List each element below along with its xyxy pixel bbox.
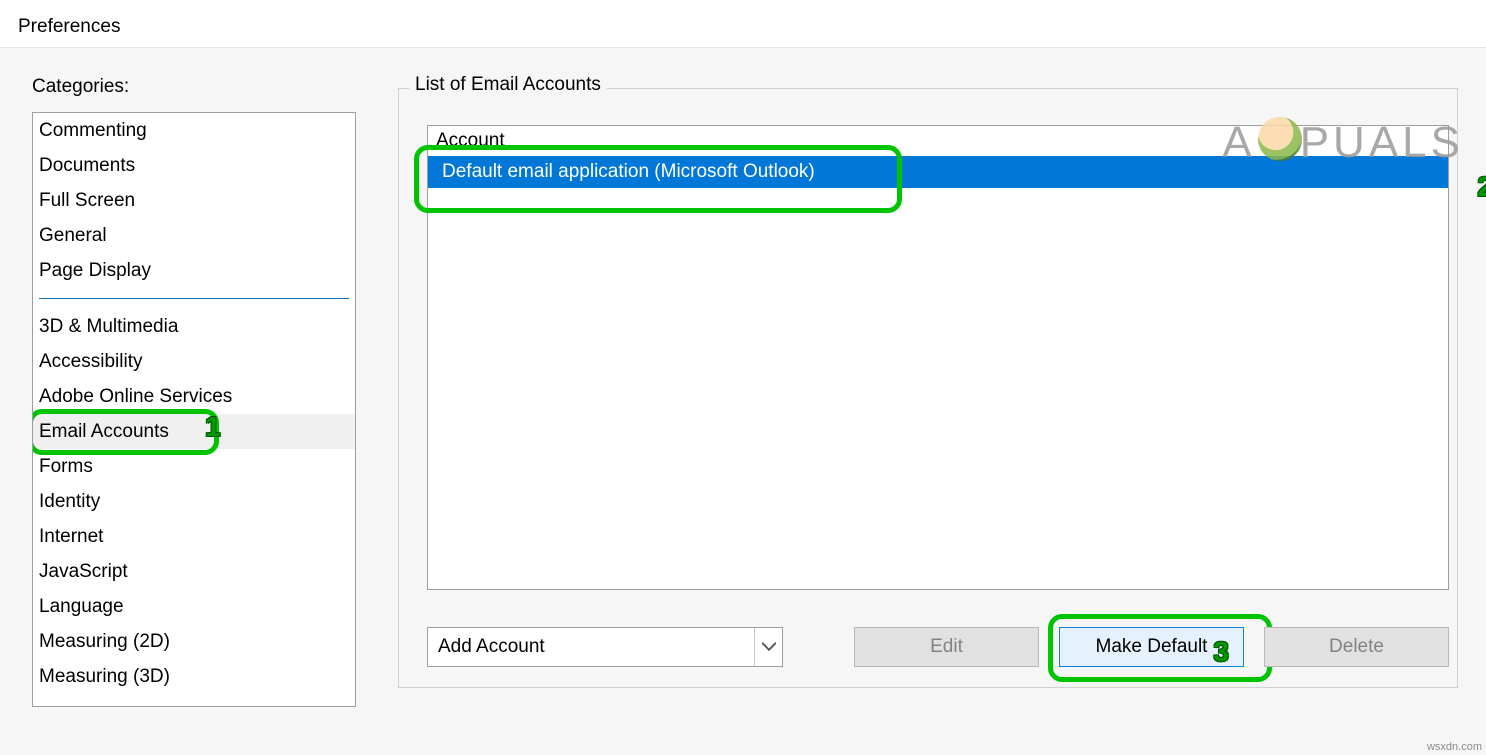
email-accounts-groupbox: List of Email Accounts Account Default e…: [398, 88, 1458, 688]
watermark-head-icon: [1258, 117, 1302, 161]
category-item-commenting[interactable]: Commenting: [33, 113, 355, 148]
add-account-label: Add Account: [438, 636, 545, 658]
account-row-label: Default email application (Microsoft Out…: [442, 161, 815, 182]
category-item-forms[interactable]: Forms: [33, 449, 355, 484]
categories-label: Categories:: [32, 76, 356, 98]
category-divider: [39, 298, 349, 299]
watermark-logo: A PUALS: [1222, 118, 1464, 168]
source-tag: wsxdn.com: [1427, 741, 1482, 753]
callout-number-1: 1: [205, 413, 221, 440]
category-item-javascript[interactable]: JavaScript: [33, 554, 355, 589]
category-item-internet[interactable]: Internet: [33, 519, 355, 554]
edit-button[interactable]: Edit: [854, 627, 1039, 667]
category-item-identity[interactable]: Identity: [33, 484, 355, 519]
account-list[interactable]: Account Default email application (Micro…: [427, 125, 1449, 590]
edit-button-label: Edit: [930, 636, 963, 658]
category-item-page-display[interactable]: Page Display: [33, 253, 355, 288]
preferences-content: Categories: Commenting Documents Full Sc…: [0, 48, 1486, 755]
category-item-label: Email Accounts: [39, 421, 169, 442]
categories-list[interactable]: Commenting Documents Full Screen General…: [32, 112, 356, 707]
category-item-general[interactable]: General: [33, 218, 355, 253]
groupbox-legend: List of Email Accounts: [409, 74, 607, 96]
callout-number-3: 3: [1213, 636, 1229, 668]
category-item-accessibility[interactable]: Accessibility: [33, 344, 355, 379]
chevron-down-icon[interactable]: [754, 628, 782, 666]
category-item-full-screen[interactable]: Full Screen: [33, 183, 355, 218]
category-item-email-accounts[interactable]: Email Accounts 1: [33, 414, 355, 449]
category-item-measuring-2d[interactable]: Measuring (2D): [33, 624, 355, 659]
main-panel: List of Email Accounts Account Default e…: [398, 76, 1458, 755]
callout-number-2: 2: [1477, 171, 1486, 203]
categories-panel: Categories: Commenting Documents Full Sc…: [32, 76, 356, 755]
add-account-dropdown[interactable]: Add Account: [427, 627, 783, 667]
delete-button-label: Delete: [1329, 636, 1384, 658]
category-item-3d-multimedia[interactable]: 3D & Multimedia: [33, 309, 355, 344]
category-item-language[interactable]: Language: [33, 589, 355, 624]
watermark-text-a: A: [1222, 118, 1255, 168]
watermark-text-puals: PUALS: [1300, 118, 1464, 168]
category-item-measuring-3d[interactable]: Measuring (3D): [33, 659, 355, 694]
make-default-button[interactable]: Make Default 3: [1059, 627, 1244, 667]
category-item-documents[interactable]: Documents: [33, 148, 355, 183]
bottom-controls: Add Account Edit Make Default 3 Delete: [427, 627, 1449, 667]
delete-button[interactable]: Delete: [1264, 627, 1449, 667]
window-title: Preferences: [0, 0, 1486, 48]
category-item-adobe-online-services[interactable]: Adobe Online Services: [33, 379, 355, 414]
make-default-button-label: Make Default: [1096, 636, 1208, 658]
